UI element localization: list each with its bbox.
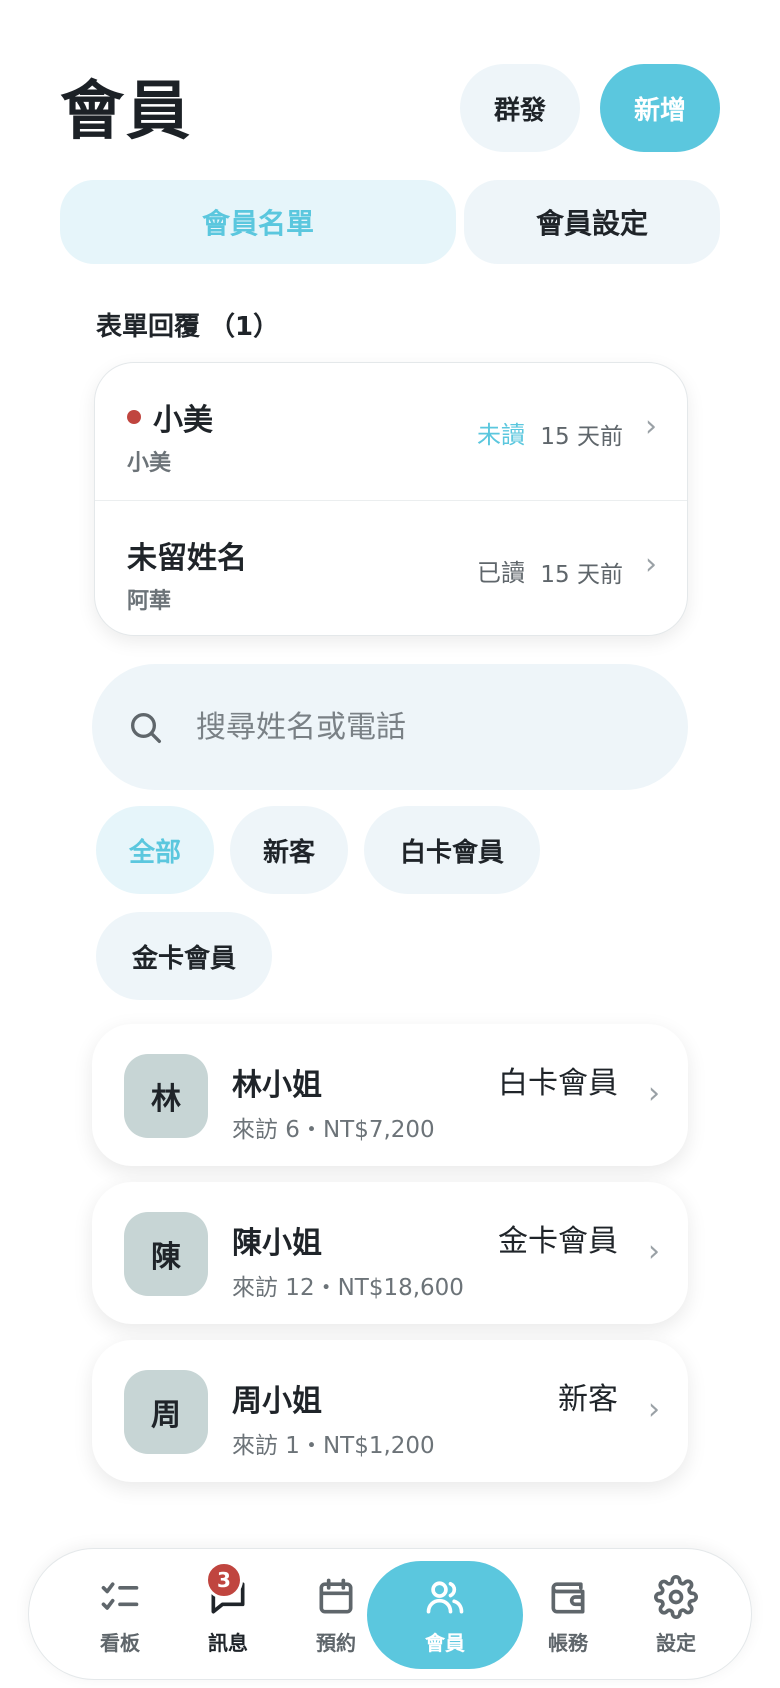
nav-label: 看板 xyxy=(100,1630,140,1655)
form-reply-row[interactable]: 小美 小美 未讀 15 天前 › xyxy=(95,363,687,500)
nav-item-board[interactable]: 看板 xyxy=(65,1549,175,1681)
form-reply-status: 已讀 xyxy=(477,559,525,587)
member-card[interactable]: 陳 陳小姐 來訪 12・NT$18,600 金卡會員 › xyxy=(92,1182,688,1324)
broadcast-button[interactable]: 群發 xyxy=(460,64,580,152)
form-reply-sub: 小美 xyxy=(127,451,172,476)
form-reply-status: 未讀 xyxy=(477,421,525,449)
member-meta: 來訪 1・NT$1,200 xyxy=(232,1433,435,1459)
nav-label: 預約 xyxy=(316,1630,356,1655)
nav-label: 設定 xyxy=(656,1630,696,1655)
member-name: 陳小姐 xyxy=(232,1226,322,1261)
message-count-badge: 3 xyxy=(205,1561,243,1599)
member-meta: 來訪 6・NT$7,200 xyxy=(232,1117,435,1143)
filter-chip-white-card[interactable]: 白卡會員 xyxy=(364,806,540,894)
form-reply-name: 未留姓名 xyxy=(127,533,247,577)
users-icon xyxy=(426,1580,464,1613)
form-reply-name: 小美 xyxy=(127,395,213,439)
chevron-right-icon: › xyxy=(648,1392,660,1427)
nav-label: 會員 xyxy=(425,1630,465,1655)
nav-item-members[interactable]: 會員 xyxy=(367,1561,523,1669)
gear-icon xyxy=(654,1574,698,1619)
avatar: 陳 xyxy=(124,1212,208,1296)
member-meta: 來訪 12・NT$18,600 xyxy=(232,1275,464,1301)
member-card[interactable]: 周 周小姐 來訪 1・NT$1,200 新客 › xyxy=(92,1340,688,1482)
wallet-icon xyxy=(551,1581,585,1613)
search-bar[interactable] xyxy=(92,664,688,790)
chevron-right-icon: › xyxy=(645,547,657,582)
form-reply-name-text: 未留姓名 xyxy=(127,541,247,576)
avatar: 周 xyxy=(124,1370,208,1454)
search-input[interactable] xyxy=(196,694,656,760)
tab-member-list[interactable]: 會員名單 xyxy=(60,180,456,264)
filter-chip-gold-card[interactable]: 金卡會員 xyxy=(96,912,272,1000)
filter-chip-new[interactable]: 新客 xyxy=(230,806,348,894)
form-reply-row[interactable]: 未留姓名 阿華 已讀 15 天前 › xyxy=(95,500,687,635)
page-title: 會員 xyxy=(60,75,192,149)
tab-member-settings[interactable]: 會員設定 xyxy=(464,180,720,264)
form-reply-sub: 阿華 xyxy=(127,589,172,614)
filter-chip-all[interactable]: 全部 xyxy=(96,806,214,894)
form-replies-title: 表單回覆 （1） xyxy=(96,312,280,342)
form-reply-time: 15 天前 xyxy=(540,562,623,588)
chevron-right-icon: › xyxy=(645,409,657,444)
member-name: 周小姐 xyxy=(232,1384,322,1419)
form-replies-card: 小美 小美 未讀 15 天前 › 未留姓名 阿華 已讀 15 天前 › xyxy=(94,362,688,636)
unread-dot-icon xyxy=(127,410,141,424)
add-member-button[interactable]: 新增 xyxy=(600,64,720,152)
member-tier: 白卡會員 xyxy=(498,1066,618,1101)
search-icon xyxy=(131,713,161,743)
chevron-right-icon: › xyxy=(648,1234,660,1269)
member-card[interactable]: 林 林小姐 來訪 6・NT$7,200 白卡會員 › xyxy=(92,1024,688,1166)
form-reply-time: 15 天前 xyxy=(540,424,623,450)
member-tier: 金卡會員 xyxy=(498,1224,618,1259)
member-name: 林小姐 xyxy=(232,1068,322,1103)
checklist-icon xyxy=(101,1581,139,1610)
nav-label: 訊息 xyxy=(208,1630,248,1655)
chevron-right-icon: › xyxy=(648,1076,660,1111)
nav-item-settings[interactable]: 設定 xyxy=(621,1549,731,1681)
member-tier: 新客 xyxy=(558,1382,618,1417)
calendar-icon xyxy=(319,1578,353,1613)
avatar: 林 xyxy=(124,1054,208,1138)
nav-label: 帳務 xyxy=(548,1630,588,1655)
bottom-nav: 看板 訊息 3 預約 會員 帳務 設定 xyxy=(28,1548,752,1680)
form-reply-name-text: 小美 xyxy=(153,403,213,438)
nav-item-billing[interactable]: 帳務 xyxy=(513,1549,623,1681)
